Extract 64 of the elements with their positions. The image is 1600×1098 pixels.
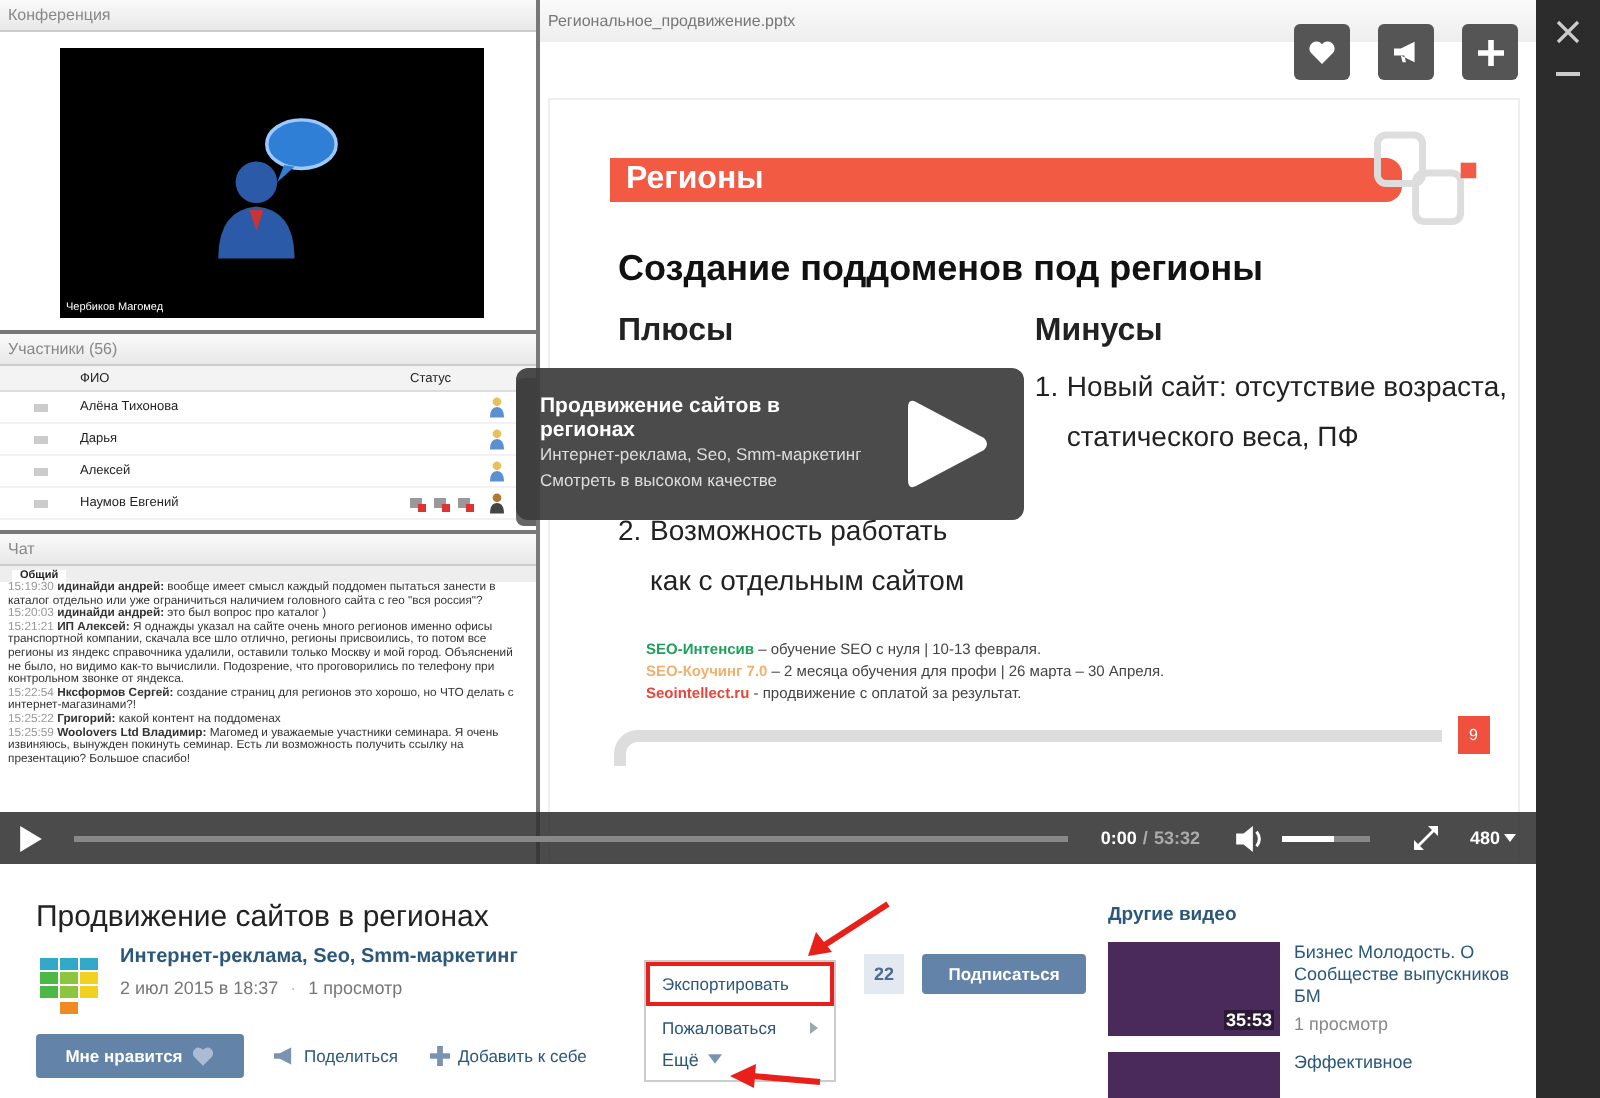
close-icon[interactable] — [1556, 20, 1580, 44]
caret-icon — [1504, 834, 1516, 842]
column-title: Минусы — [1034, 314, 1165, 350]
volume-slider[interactable] — [1281, 835, 1370, 841]
play-icon[interactable] — [20, 825, 42, 851]
drag-handle-icon[interactable] — [33, 403, 47, 411]
list-number: 1. — [1034, 368, 1061, 406]
slide-banner: Регионы — [610, 158, 1402, 202]
list-item: Новый сайт: отсутствие возраста, статического веса, ПФ — [1066, 368, 1509, 456]
user-icon — [490, 460, 504, 482]
fullscreen-icon[interactable] — [1413, 826, 1438, 850]
overlay-title: Продвижение сайтов в регионах — [540, 394, 783, 442]
view-count: 1 просмотр — [308, 978, 403, 998]
panel-title: Чат — [0, 534, 536, 566]
page-number: 9 — [1457, 716, 1490, 754]
video-link[interactable]: Бизнес Молодость. О Сообществе выпускников БМ — [1294, 942, 1514, 1008]
plus-icon — [429, 1046, 450, 1066]
annotation-arrow — [728, 1064, 824, 1092]
user-icon — [490, 492, 504, 514]
video-link[interactable]: Эффективное — [1294, 1052, 1514, 1074]
panel-title: Конференция — [0, 0, 536, 32]
caret-icon — [708, 1054, 723, 1064]
section-title: Другие видео — [1108, 904, 1239, 926]
share-button[interactable] — [1378, 24, 1434, 80]
add-button[interactable] — [1462, 24, 1518, 80]
heart-icon — [192, 1046, 215, 1066]
megaphone-icon — [1392, 40, 1420, 64]
video-title: Продвижение сайтов в регионах — [36, 900, 489, 934]
video-info-overlay[interactable]: Продвижение сайтов в регионах Интернет-реклама, Seo, Smm-маркетинг Смотреть в высоком качестве — [516, 368, 1024, 520]
menu-item[interactable]: Экспортировать — [646, 962, 834, 1006]
duration: 53:32 — [1153, 828, 1200, 848]
separator-dot: · — [290, 978, 297, 998]
play-icon[interactable] — [908, 398, 988, 490]
quality-selector[interactable]: 480 — [1469, 828, 1516, 848]
panel-title: Участники (56) — [0, 334, 536, 366]
add-button[interactable]: Добавить к себе — [425, 1046, 591, 1066]
subscriber-count: 22 — [864, 954, 905, 994]
elapsed-time: 0:00 — [1100, 828, 1137, 848]
progress-track[interactable] — [74, 835, 1069, 841]
video-duration: 35:53 — [1223, 1010, 1274, 1030]
plus-icon — [1477, 39, 1503, 65]
share-button[interactable]: Поделиться — [268, 1046, 402, 1066]
channel-link[interactable]: Интернет-реклама, Seo, Smm-маркетинг — [120, 946, 660, 968]
like-button[interactable]: Мне нравится — [36, 1034, 244, 1078]
video-thumbnail[interactable]: 35:53 — [1108, 942, 1280, 1036]
drag-handle-icon[interactable] — [33, 467, 47, 475]
time-separator: / — [1142, 828, 1148, 848]
user-icon — [490, 396, 504, 418]
upload-date: 2 июл 2015 в 18:37 — [120, 978, 279, 998]
overlay-channel: Интернет-реклама, Seo, Smm-маркетинг — [540, 442, 862, 468]
drag-handle-icon[interactable] — [33, 499, 47, 507]
like-button[interactable] — [1294, 24, 1350, 80]
annotation-arrow — [804, 900, 892, 960]
subscribe-button[interactable]: Подписаться — [922, 954, 1087, 994]
volume-icon[interactable] — [1235, 825, 1266, 851]
column-title: Плюсы — [618, 314, 736, 350]
heart-icon — [1308, 40, 1336, 64]
user-icon — [490, 428, 504, 450]
slide-heading: Создание поддоменов под регионы — [616, 246, 1265, 290]
drag-handle-icon[interactable] — [33, 435, 47, 443]
overlay-hint: Смотреть в высоком качестве — [540, 468, 779, 494]
file-name: Региональное_продвижение.pptx — [540, 0, 1536, 42]
megaphone-icon — [272, 1046, 296, 1066]
view-count: 1 просмотр — [1294, 1014, 1391, 1034]
